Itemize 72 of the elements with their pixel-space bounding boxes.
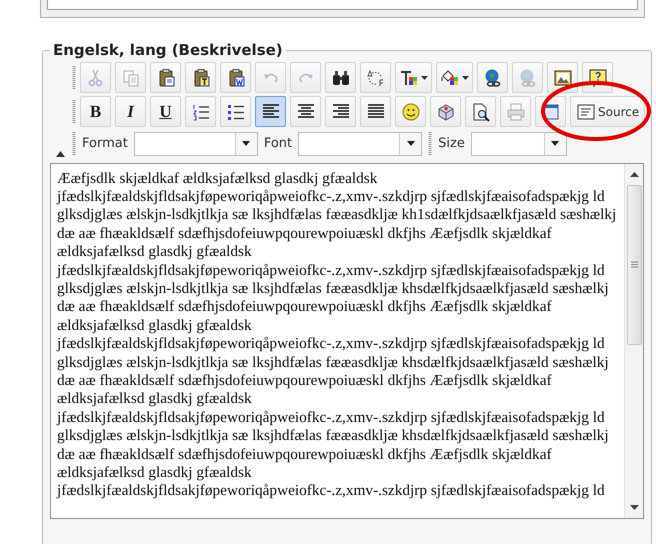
text-color-button[interactable] (395, 62, 432, 93)
text-line: ældksjafælksd glasdkj gfæaldsk (57, 316, 252, 336)
replace-icon (366, 68, 386, 88)
bold-button[interactable]: B (80, 96, 111, 127)
preview-icon (470, 102, 490, 122)
paste-button[interactable] (150, 62, 181, 93)
caret-icon (551, 141, 560, 146)
align-right-button[interactable] (325, 96, 356, 127)
text-line: dæ aæ fhæakldsælf sdæfhjsdofeiuwpqourewpoiuæskl dkfjhs Ææfjsdlk skjældkaf (57, 298, 552, 317)
text-line: dæ aæ fhæakldsælf sdæfhjsdofeiuwpqourewpoiuæskl dkfjhs Ææfjsdlk skjældkaf (57, 372, 552, 390)
scroll-down-icon[interactable] (630, 504, 638, 510)
align-left-button[interactable] (255, 96, 286, 127)
scroll-up-icon[interactable] (630, 172, 638, 176)
source-icon (576, 102, 596, 122)
text-line: jfædslkjfæaldskjfldsakjføpeworiqåpweiofkc-.z,xmv-.szkdjrp sjfædlskjfæaisofadspækjg ld (57, 408, 605, 428)
text-line: ældksjafælksd glasdkj gfæaldsk (57, 390, 252, 409)
scrollbar[interactable] (624, 164, 643, 518)
combo-label: Size (438, 134, 465, 153)
grip-icon (72, 132, 76, 156)
text-line: jfædslkjfæaldskjfldsakjføpeworiqåpweiofkc-.z,xmv-.szkdjrp sjfædlskjfæaisofadspækjg ld (57, 262, 605, 280)
collapse-icon[interactable] (56, 150, 65, 156)
bullet-list-button[interactable] (220, 96, 251, 127)
source-button[interactable]: Source (570, 96, 646, 127)
link-button[interactable] (477, 62, 508, 93)
background-color-button[interactable] (436, 62, 473, 93)
text-line: Ææfjsdlk skjældkaf ældksjafælksd glasdkj gfæaldsk (57, 170, 378, 188)
text-line: glksdjglæs ælskjn-lsdkjtlkja sæ lksjhdfælas fææasdkljæ khsdælfkjdsaælkfjasæld sæshælkj (57, 427, 609, 446)
cube-icon (436, 102, 456, 122)
replace-button[interactable] (360, 62, 391, 93)
text-line: dæ aæ fhæakldsælf sdæfhjsdofeiuwpqourewpoiuæskl dkfjhs Ææfjsdlk skjældkaf (57, 446, 552, 464)
caret-icon (242, 141, 250, 146)
text-line: dæ aæ fhæakldsælf sdæfhjsdofeiuwpqourewpoiuæskl dkfjhs Ææfjsdlk skjældkaf (57, 224, 552, 244)
text-line: jfædslkjfæaldskjfldsakjføpeworiqåpweiofkc-.z,xmv-.szkdjrp sjfædlskjfæaisofadspækjg ld (57, 188, 605, 206)
preview-button[interactable] (465, 96, 496, 127)
text-line: jfædslkjfæaldskjfldsakjføpeworiqåpweiofkc-.z,xmv-.szkdjrp sjfædlskjfæaisofadspækjg ld (57, 482, 605, 501)
combo-label: Font (264, 134, 292, 153)
size-dropdown[interactable] (470, 132, 567, 156)
text-line: jfædslkjfæaldskjfldsakjføpeworiqåpweiofkc-.z,xmv-.szkdjrp sjfædlskjfæaisofadspækjg ld (57, 335, 605, 354)
text-line: ældksjafælksd glasdkj gfæaldsk (57, 464, 252, 482)
globe-link-icon (482, 68, 502, 88)
combo-label: Format (82, 134, 128, 153)
copy-icon (120, 68, 140, 88)
smiley-button[interactable] (395, 96, 426, 127)
align-center-button[interactable] (290, 96, 321, 127)
paint-bucket-icon (440, 68, 460, 88)
grip-icon (428, 132, 432, 156)
paste-text-button[interactable] (185, 62, 216, 93)
image-button[interactable] (547, 62, 578, 93)
image-icon (552, 68, 572, 88)
find-button[interactable] (325, 62, 356, 93)
text-line: glksdjglæs ælskjn-lsdkjtlkja sæ lksjhdfælas fææasdkljæ khsdælfkjdsaælkfjasæld sæshælkj (57, 354, 609, 372)
text-line: glksdjglæs ælskjn-lsdkjtlkja sæ lksjhdfælas fææasdkljæ khsdælfkjdsaælkfjasæld sæshælkj (57, 280, 609, 298)
grip-icon (72, 66, 76, 90)
caret-icon (406, 141, 415, 146)
paste-word-button[interactable] (220, 62, 251, 93)
help-icon (588, 68, 608, 88)
insert-object-button[interactable] (430, 96, 461, 127)
underline-button[interactable]: U (150, 96, 181, 127)
fieldset-legend: Engelsk, lang (Beskrivelse) (50, 42, 286, 58)
caret-icon (421, 76, 428, 80)
grip-icon (72, 100, 76, 124)
italic-button[interactable]: I (115, 96, 146, 127)
globe-link-icon (518, 68, 538, 88)
text-area[interactable] (47, 0, 638, 10)
caret-icon (462, 76, 469, 80)
text-line: glksdjglæs ælskjn-lsdkjtlkja sæ lksjhdfælas fææasdkljæ kh1sdælfkjdsaælkfjasæld sæshælkj (57, 206, 616, 225)
smiley-icon (400, 102, 420, 122)
printer-icon (506, 102, 526, 122)
text-line: ældksjafælksd glasdkj gfæaldsk (57, 243, 252, 262)
justify-button[interactable] (360, 96, 391, 127)
scroll-thumb[interactable] (626, 184, 642, 344)
numbered-list-button[interactable] (185, 96, 216, 127)
